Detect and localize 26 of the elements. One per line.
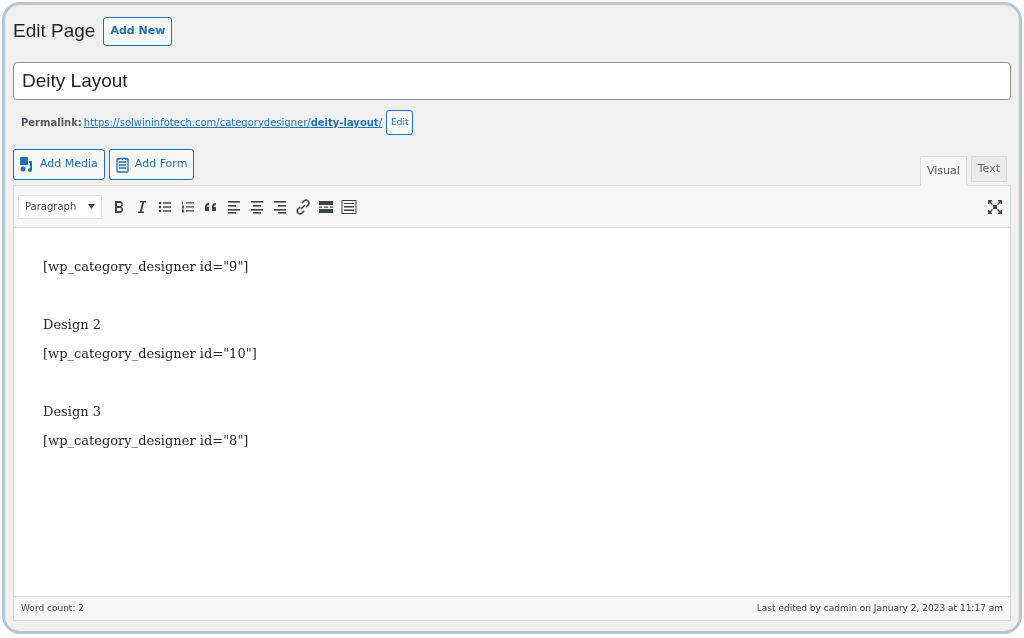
add-new-button[interactable]: Add New [103, 17, 173, 46]
add-form-button[interactable]: Add Form [108, 149, 195, 180]
permalink-link[interactable]: https://solwininfotech.com/categorydesigner/deity-layout/ [83, 114, 383, 130]
align-right-icon[interactable] [272, 198, 288, 215]
permalink-label: Permalink: [21, 115, 82, 130]
last-edited-text: Last edited by cadmin on January 2, 2023 at 11:17 am [756, 601, 1003, 615]
editor-tab[interactable]: Text [970, 156, 1007, 182]
read-more-icon[interactable] [318, 198, 334, 215]
media-icon [20, 156, 34, 173]
link-icon[interactable] [295, 198, 311, 215]
editor-tab[interactable]: Visual [919, 156, 967, 186]
format-dropdown[interactable]: Paragraph [18, 194, 102, 219]
page-heading: Edit Page [13, 19, 96, 43]
paragraph: [wp_category_designer id="9"] [43, 258, 250, 276]
add-media-button[interactable]: Add Media [13, 149, 105, 180]
keyboard-icon[interactable] [341, 198, 357, 215]
align-center-icon[interactable] [249, 198, 265, 215]
caret-icon [88, 204, 95, 209]
edit-permalink-button[interactable]: Edit [386, 109, 414, 135]
paragraph: Design 3 [wp_category_designer id="8"] [43, 403, 250, 450]
fullscreen-icon[interactable] [988, 199, 1002, 214]
align-left-icon[interactable] [226, 198, 242, 215]
word-count: Word count: 2 [21, 601, 84, 615]
paragraph: Design 2 [wp_category_designer id="10"] [43, 316, 258, 363]
title-field[interactable]: Deity Layout [13, 61, 1011, 100]
form-icon [115, 156, 129, 173]
